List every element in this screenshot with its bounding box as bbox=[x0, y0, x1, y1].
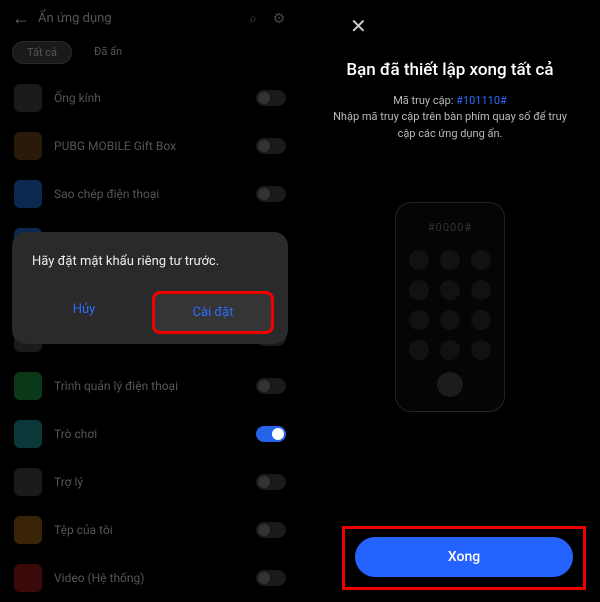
hide-apps-screen: ← Ẩn ứng dụng ⌕ ⚙ Tất cả Đã ẩn Ống kính P… bbox=[0, 0, 300, 600]
back-icon[interactable]: ← bbox=[12, 8, 30, 29]
app-toggle[interactable] bbox=[256, 570, 286, 586]
app-row: Trò chơi bbox=[0, 410, 300, 458]
app-icon bbox=[14, 516, 42, 544]
app-toggle[interactable] bbox=[256, 90, 286, 106]
dialog-message: Hãy đặt mật khẩu riêng tư trước. bbox=[26, 254, 274, 269]
app-name-label: Trình quản lý điện thoại bbox=[54, 379, 244, 393]
access-code-line: Mã truy cập: #101110# bbox=[393, 94, 507, 107]
done-button[interactable]: Xong bbox=[355, 537, 573, 577]
left-header: ← Ẩn ứng dụng ⌕ ⚙ bbox=[0, 0, 300, 37]
setup-done-screen: ✕ Bạn đã thiết lập xong tất cả Mã truy c… bbox=[300, 0, 600, 600]
app-name-label: Trò chơi bbox=[54, 427, 244, 441]
page-title: Ẩn ứng dụng bbox=[38, 11, 236, 26]
app-toggle[interactable] bbox=[256, 378, 286, 394]
cancel-button[interactable]: Hủy bbox=[26, 291, 142, 334]
password-dialog: Hãy đặt mật khẩu riêng tư trước. Hủy Cài… bbox=[12, 232, 288, 344]
app-name-label: Ống kính bbox=[54, 91, 244, 105]
access-code-note: Nhập mã truy cập trên bàn phím quay số đ… bbox=[300, 107, 600, 142]
app-toggle[interactable] bbox=[256, 474, 286, 490]
app-name-label: Sao chép điện thoại bbox=[54, 187, 244, 201]
settings-button[interactable]: Cài đặt bbox=[152, 291, 274, 334]
app-toggle[interactable] bbox=[256, 426, 286, 442]
app-icon bbox=[14, 372, 42, 400]
app-toggle[interactable] bbox=[256, 138, 286, 154]
app-row: Tệp của tôi bbox=[0, 506, 300, 554]
app-toggle[interactable] bbox=[256, 522, 286, 538]
settings-icon[interactable]: ⚙ bbox=[270, 10, 288, 28]
app-name-label: Tệp của tôi bbox=[54, 523, 244, 537]
phone-illustration: #0000# bbox=[395, 202, 505, 412]
app-icon bbox=[14, 564, 42, 592]
dial-button-icon bbox=[437, 372, 463, 397]
tab-all[interactable]: Tất cả bbox=[12, 41, 72, 64]
phone-code-placeholder: #0000# bbox=[428, 221, 472, 234]
close-icon[interactable]: ✕ bbox=[350, 14, 367, 38]
app-icon bbox=[14, 420, 42, 448]
done-annotation: Xong bbox=[342, 526, 586, 590]
search-icon[interactable]: ⌕ bbox=[244, 10, 262, 28]
tab-hidden[interactable]: Đã ẩn bbox=[80, 41, 136, 64]
app-icon bbox=[14, 84, 42, 112]
app-row: Ống kính bbox=[0, 74, 300, 122]
dialog-actions: Hủy Cài đặt bbox=[26, 291, 274, 334]
done-title: Bạn đã thiết lập xong tất cả bbox=[332, 60, 567, 80]
app-name-label: Trợ lý bbox=[54, 475, 244, 489]
app-name-label: Video (Hệ thống) bbox=[54, 571, 244, 585]
filter-tabs: Tất cả Đã ẩn bbox=[0, 37, 300, 74]
keypad-illustration bbox=[408, 250, 492, 360]
access-code-label: Mã truy cập: bbox=[393, 94, 456, 107]
app-icon bbox=[14, 180, 42, 208]
app-row: Sao chép điện thoại bbox=[0, 170, 300, 218]
app-toggle[interactable] bbox=[256, 186, 286, 202]
app-row: Trợ lý bbox=[0, 458, 300, 506]
app-row: PUBG MOBILE Gift Box bbox=[0, 122, 300, 170]
app-row: Trình quản lý điện thoại bbox=[0, 362, 300, 410]
access-code-value: #101110# bbox=[456, 94, 507, 107]
app-icon bbox=[14, 468, 42, 496]
app-name-label: PUBG MOBILE Gift Box bbox=[54, 139, 244, 153]
app-icon bbox=[14, 132, 42, 160]
app-row: Video (Hệ thống) bbox=[0, 554, 300, 602]
